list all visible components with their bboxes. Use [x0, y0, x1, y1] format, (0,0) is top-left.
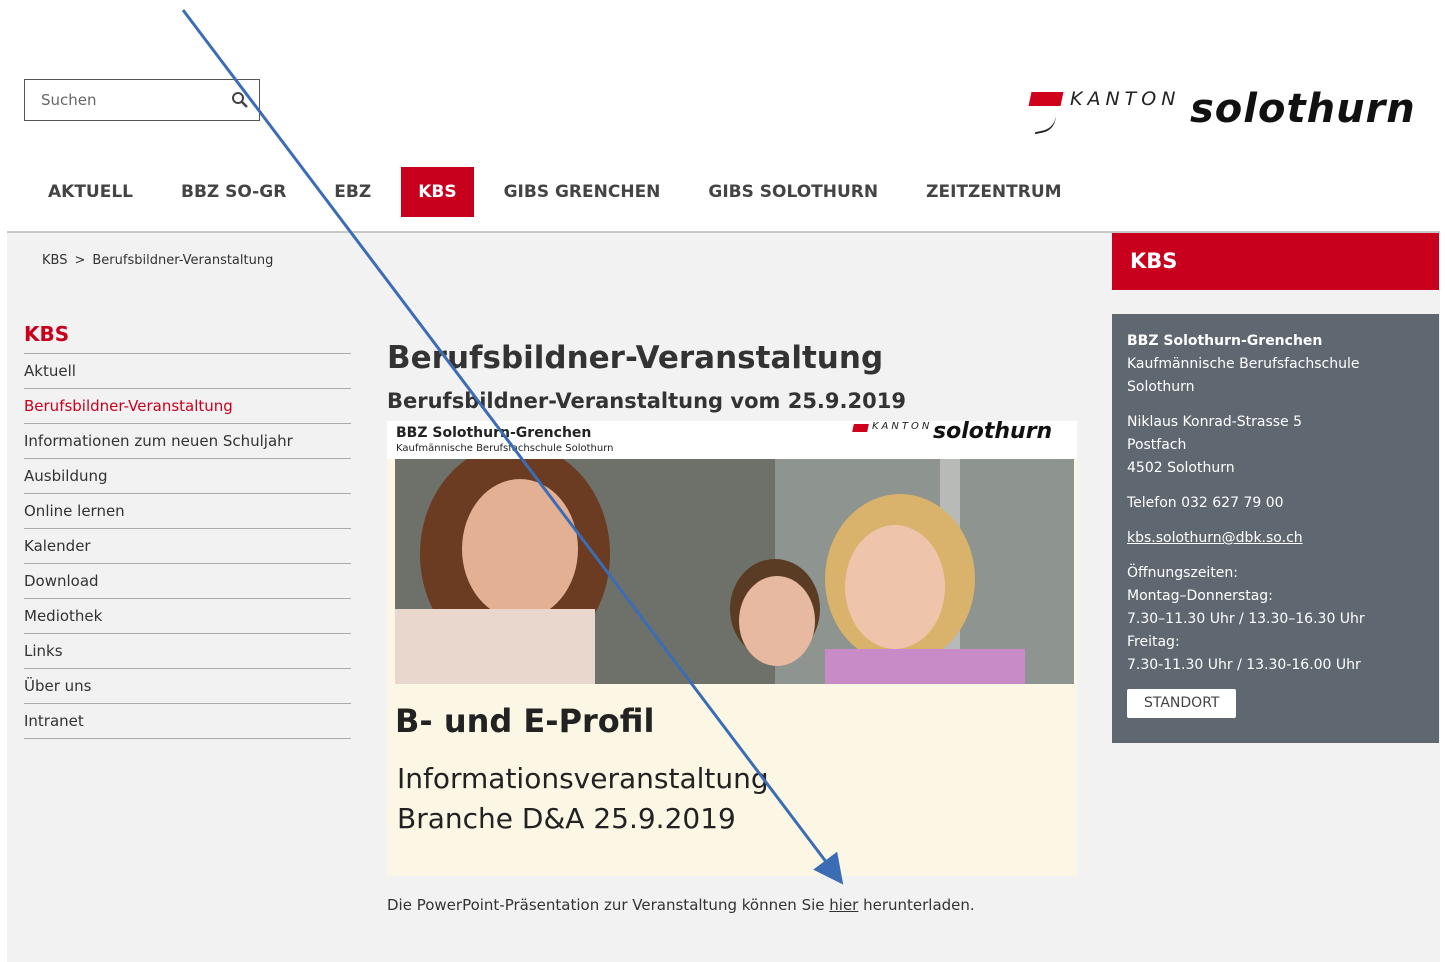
- nav-item-ebz[interactable]: EBZ: [310, 167, 395, 217]
- contact-email-link[interactable]: kbs.solothurn@dbk.so.ch: [1127, 530, 1303, 546]
- sidebar-item-aktuell[interactable]: Aktuell: [24, 354, 351, 389]
- download-note-before: Die PowerPoint-Präsentation zur Veransta…: [387, 896, 830, 914]
- banner-logo-mark: [852, 424, 869, 432]
- nav-item-aktuell[interactable]: AKTUELL: [24, 167, 157, 217]
- banner-org-sub: Kaufmännische Berufsfachschule Solothurn: [396, 443, 614, 454]
- contact-org-line3: Solothurn: [1127, 379, 1195, 395]
- download-note-after: herunterladen.: [858, 896, 975, 914]
- search-input[interactable]: [41, 90, 221, 110]
- logo-mark: [1028, 92, 1064, 106]
- sidebar-item-kalender[interactable]: Kalender: [24, 529, 351, 564]
- logo-name-text: solothurn: [1190, 86, 1416, 132]
- hours-time1: 7.30–11.30 Uhr / 13.30–16.30 Uhr: [1127, 611, 1365, 627]
- logo-kanton-text: KANTON: [1070, 88, 1181, 110]
- sidebar-nav: KBS Aktuell Berufsbildner-Veranstaltung …: [24, 321, 351, 739]
- banner-info-line1: Informationsveranstaltung: [397, 762, 769, 795]
- photo-people-illustration: [395, 459, 1074, 684]
- contact-postfach: Postfach: [1127, 437, 1187, 453]
- sidebar-item-online-lernen[interactable]: Online lernen: [24, 494, 351, 529]
- download-note: Die PowerPoint-Präsentation zur Veransta…: [387, 896, 975, 914]
- hours-days1: Montag–Donnerstag:: [1127, 588, 1273, 604]
- sidebar-item-ueber-uns[interactable]: Über uns: [24, 669, 351, 704]
- hours-time2: 7.30-11.30 Uhr / 13.30-16.00 Uhr: [1127, 657, 1361, 673]
- search-box[interactable]: [24, 79, 260, 121]
- sidebar-item-ausbildung[interactable]: Ausbildung: [24, 459, 351, 494]
- nav-item-gibs-grenchen[interactable]: GIBS GRENCHEN: [480, 167, 685, 217]
- contact-header: KBS: [1112, 233, 1439, 290]
- sidebar-item-intranet[interactable]: Intranet: [24, 704, 351, 739]
- contact-org-line2: Kaufmännische Berufsfachschule: [1127, 356, 1360, 372]
- banner-info-text: Informationsveranstaltung Branche D&A 25…: [397, 759, 769, 839]
- breadcrumb-current: Berufsbildner-Veranstaltung: [92, 253, 274, 268]
- contact-city: 4502 Solothurn: [1127, 460, 1235, 476]
- banner-logo-kanton: KANTON: [872, 421, 933, 432]
- download-link[interactable]: hier: [829, 896, 858, 914]
- breadcrumb: KBS > Berufsbildner-Veranstaltung: [42, 253, 273, 268]
- logo-swoosh: [1031, 111, 1059, 135]
- banner-profile-text: B- und E-Profil: [395, 702, 655, 740]
- hours-days2: Freitag:: [1127, 634, 1180, 650]
- banner-info-line2: Branche D&A 25.9.2019: [397, 802, 736, 835]
- nav-item-zeitzentrum[interactable]: ZEITZENTRUM: [902, 167, 1085, 217]
- banner-logo-name: solothurn: [933, 421, 1053, 444]
- sidebar-item-download[interactable]: Download: [24, 564, 351, 599]
- contact-street: Niklaus Konrad-Strasse 5: [1127, 414, 1303, 430]
- sidebar-item-berufsbildner-veranstaltung[interactable]: Berufsbildner-Veranstaltung: [24, 389, 351, 424]
- breadcrumb-separator: >: [74, 253, 86, 268]
- banner-header: BBZ Solothurn-Grenchen Kaufmännische Ber…: [387, 421, 1077, 459]
- contact-panel: BBZ Solothurn-Grenchen Kaufmännische Ber…: [1112, 314, 1439, 743]
- main-nav: AKTUELL BBZ SO-GR EBZ KBS GIBS GRENCHEN …: [24, 167, 1086, 217]
- page-title: Berufsbildner-Veranstaltung: [387, 340, 884, 376]
- event-banner-image: BBZ Solothurn-Grenchen Kaufmännische Ber…: [387, 421, 1077, 876]
- search-icon[interactable]: [231, 91, 249, 109]
- page-subtitle: Berufsbildner-Veranstaltung vom 25.9.201…: [387, 389, 906, 413]
- sidebar-item-mediothek[interactable]: Mediothek: [24, 599, 351, 634]
- sidebar-item-informationen[interactable]: Informationen zum neuen Schuljahr: [24, 424, 351, 459]
- hours-label: Öffnungszeiten:: [1127, 565, 1239, 581]
- contact-org: BBZ Solothurn-Grenchen: [1127, 333, 1323, 349]
- standort-button[interactable]: STANDORT: [1127, 689, 1237, 718]
- banner-photo: [395, 459, 1074, 684]
- sidebar-item-links[interactable]: Links: [24, 634, 351, 669]
- contact-phone: Telefon 032 627 79 00: [1127, 495, 1284, 511]
- breadcrumb-root[interactable]: KBS: [42, 253, 67, 268]
- kanton-solothurn-logo[interactable]: KANTON solothurn: [1025, 84, 1440, 140]
- main-content: Berufsbildner-Veranstaltung Berufsbildne…: [387, 336, 1077, 416]
- banner-org: BBZ Solothurn-Grenchen: [396, 425, 592, 441]
- banner-logo: KANTON solothurn: [849, 421, 1074, 455]
- nav-item-kbs[interactable]: KBS: [401, 167, 474, 217]
- sidebar-title[interactable]: KBS: [24, 321, 351, 354]
- nav-item-gibs-solothurn[interactable]: GIBS SOLOTHURN: [684, 167, 902, 217]
- nav-item-bbz-so-gr[interactable]: BBZ SO-GR: [157, 167, 310, 217]
